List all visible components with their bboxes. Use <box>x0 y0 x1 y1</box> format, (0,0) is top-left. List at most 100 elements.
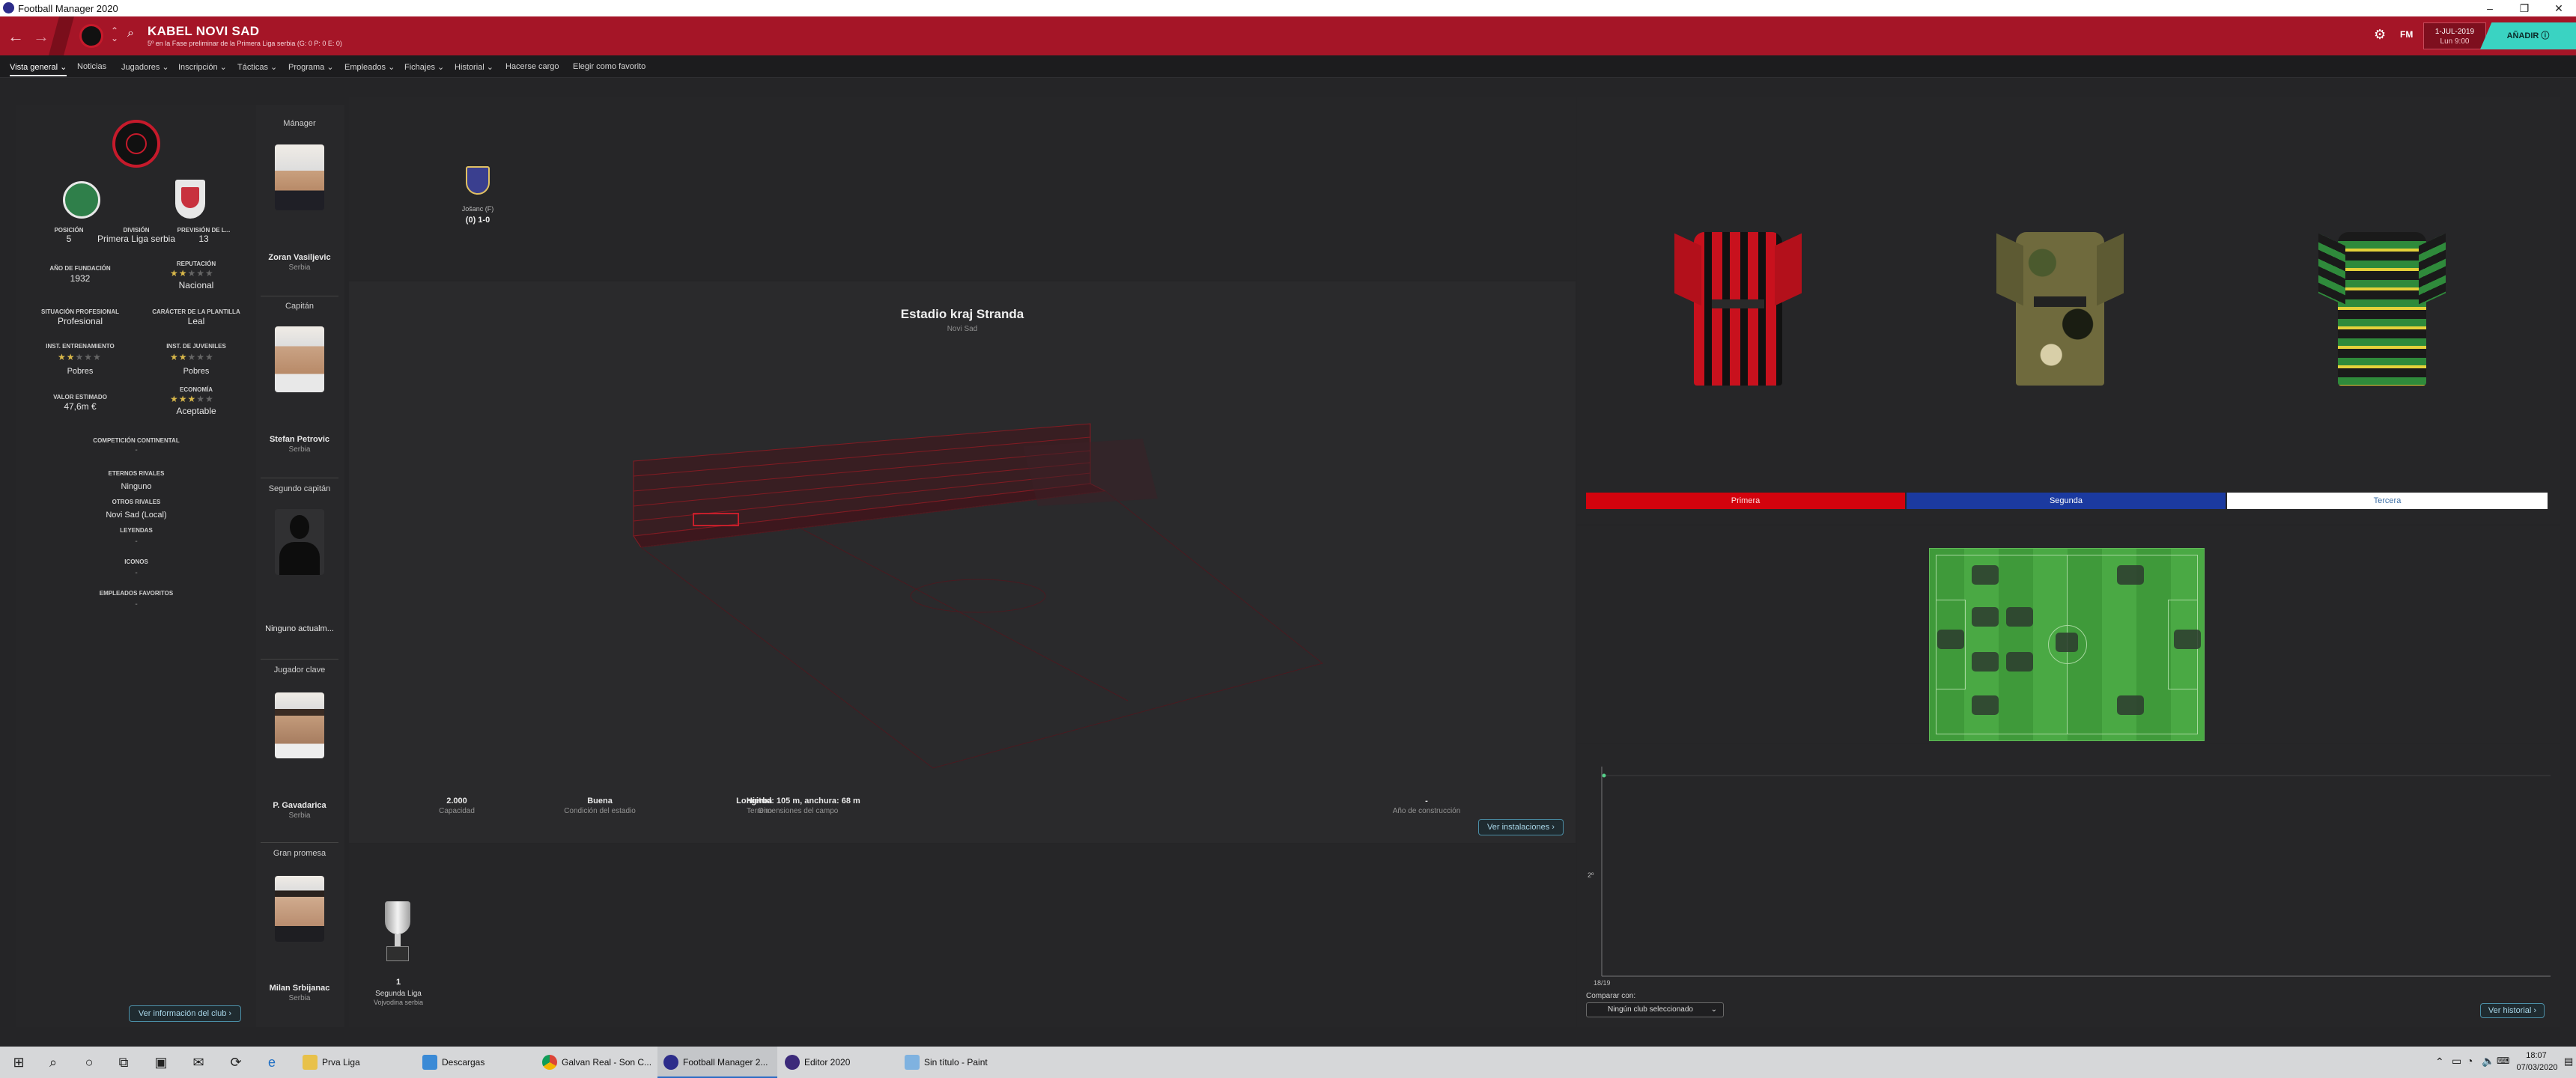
key-player-photo[interactable] <box>275 692 324 758</box>
continue-button[interactable]: AÑADIR ⓘ <box>2480 22 2576 49</box>
formation-pitch[interactable] <box>1929 548 2205 741</box>
trophy-competition[interactable]: Segunda Liga <box>356 990 440 998</box>
tray-chevron-icon[interactable]: ⌃ <box>2435 1056 2444 1068</box>
clock-time[interactable]: 18:07 <box>2510 1051 2563 1060</box>
taskbar-app-chrome[interactable]: Galvan Real - Son C... <box>536 1047 656 1078</box>
formation-player[interactable] <box>1972 607 1999 627</box>
notifications-icon[interactable]: ▤ <box>2564 1056 2573 1068</box>
youth-label: INST. DE JUVENILES <box>166 343 226 350</box>
last-match-team[interactable]: Jošanc (F) <box>454 205 502 213</box>
tab-schedule[interactable]: Programa ⌄ <box>288 62 334 72</box>
taskbar-app-prva-liga[interactable]: Prva Liga <box>297 1047 407 1078</box>
legends-value: - <box>135 538 138 546</box>
formation-player[interactable] <box>1937 630 1964 649</box>
tab-set-favourite[interactable]: Elegir como favorito <box>573 62 645 71</box>
home-kit-body <box>1694 232 1782 386</box>
captain-name[interactable]: Stefan Petrovic <box>255 435 344 444</box>
tab-staff[interactable]: Empleados ⌄ <box>344 62 395 72</box>
forward-arrow-icon[interactable]: → <box>33 27 49 46</box>
settings-icon[interactable]: ⚙ <box>2374 27 2386 43</box>
manager-name[interactable]: Zoran Vasiljevic <box>255 253 344 262</box>
close-icon[interactable]: ✕ <box>2542 0 2576 16</box>
app-icon <box>3 2 14 13</box>
away-kit-image[interactable] <box>1996 232 2124 386</box>
formation-player[interactable] <box>2174 630 2201 649</box>
formation-player[interactable] <box>2056 633 2078 652</box>
other-rivals-value[interactable]: Novi Sad (Local) <box>31 511 241 520</box>
formation-player[interactable] <box>1972 565 1999 585</box>
home-kit-sleeve-right <box>1775 233 1802 306</box>
taskbar-app-downloads[interactable]: Descargas <box>416 1047 527 1078</box>
captain-photo[interactable] <box>275 326 324 392</box>
tab-history[interactable]: Historial ⌄ <box>455 62 493 72</box>
store-icon[interactable]: ▣ <box>153 1054 169 1071</box>
volume-icon[interactable]: 🔈 <box>2482 1055 2494 1068</box>
tab-tactics[interactable]: Tácticas ⌄ <box>237 62 277 72</box>
taskbar-app-label: Football Manager 2... <box>683 1057 768 1068</box>
manager-nationality: Serbia <box>288 264 311 272</box>
stadium-wireframe-image <box>633 423 1324 769</box>
formation-player[interactable] <box>2006 607 2033 627</box>
tab-news[interactable]: Noticias <box>77 62 106 71</box>
back-arrow-icon[interactable]: ← <box>7 27 24 46</box>
kit-tab-home[interactable]: Primera <box>1586 493 1905 509</box>
search-icon[interactable]: ⌕ <box>127 27 134 40</box>
view-history-button[interactable]: Ver historial › <box>2480 1003 2545 1018</box>
formation-player[interactable] <box>1972 695 1999 715</box>
restore-icon[interactable]: ❐ <box>2507 0 2542 16</box>
trophy-icon[interactable] <box>379 901 416 963</box>
tab-take-control[interactable]: Hacerse cargo <box>505 62 559 71</box>
network-icon[interactable]: ▭ <box>2452 1055 2461 1068</box>
tab-registration[interactable]: Inscripción ⌄ <box>178 62 227 72</box>
window-title: Football Manager 2020 <box>18 3 118 14</box>
mail-icon[interactable]: ✉ <box>190 1054 207 1071</box>
tab-players[interactable]: Jugadores ⌄ <box>121 62 169 72</box>
tab-overview[interactable]: Vista general ⌄ <box>10 62 67 76</box>
view-facilities-button[interactable]: Ver instalaciones › <box>1478 819 1564 835</box>
country-crest-icon <box>175 180 205 219</box>
silhouette-head-icon <box>290 515 309 539</box>
opponent-crest-icon[interactable] <box>466 166 490 195</box>
stadium-condition-label: Condición del estadio <box>564 807 636 815</box>
task-view-icon[interactable]: ⧉ <box>115 1054 132 1071</box>
club-crest-icon[interactable] <box>79 24 103 48</box>
prospect-name[interactable]: Milan Srbijanac <box>255 984 344 993</box>
wifi-icon[interactable]: ◔ <box>2467 1055 2473 1067</box>
third-kit-image[interactable] <box>2318 232 2446 386</box>
rivals-label: ETERNOS RIVALES <box>108 470 165 477</box>
kit-tab-away[interactable]: Segunda <box>1907 493 2226 509</box>
compare-dropdown-value: Ningún club seleccionado <box>1608 1005 1693 1014</box>
search-icon[interactable]: ⌕ <box>45 1054 61 1071</box>
formation-player[interactable] <box>2117 695 2144 715</box>
professional-value: Profesional <box>57 316 103 326</box>
formation-player[interactable] <box>2006 652 2033 672</box>
taskbar-app-paint[interactable]: Sin título - Paint <box>899 1047 1018 1078</box>
windows-start-icon[interactable]: ⊞ <box>10 1054 27 1071</box>
fm-menu[interactable]: FM <box>2400 29 2413 40</box>
prospect-photo[interactable] <box>275 876 324 942</box>
kits-panel: Primera Segunda Tercera <box>1577 97 2560 524</box>
tab-transfers[interactable]: Fichajes ⌄ <box>404 62 444 72</box>
formation-player[interactable] <box>1972 652 1999 672</box>
kit-tab-third[interactable]: Tercera <box>2227 493 2548 509</box>
game-date[interactable]: 1-JUL-2019 Lun 9:00 <box>2423 22 2486 49</box>
cortana-icon[interactable]: ○ <box>81 1054 97 1071</box>
minimize-icon[interactable]: – <box>2473 0 2507 16</box>
clock-date[interactable]: 07/03/2020 <box>2507 1063 2567 1072</box>
stadium-capacity-label: Capacidad <box>439 807 475 815</box>
manager-photo[interactable] <box>275 144 324 210</box>
chevron-updown-icon[interactable]: ⌃ ⌄ <box>111 26 118 43</box>
home-kit-image[interactable] <box>1674 232 1802 386</box>
continental-value: - <box>135 446 138 454</box>
formation-player[interactable] <box>2117 565 2144 585</box>
sync-icon[interactable]: ⟳ <box>228 1054 244 1071</box>
squad-character-label: CARÁCTER DE LA PLANTILLA <box>152 308 240 315</box>
chrome-icon <box>542 1055 557 1070</box>
taskbar-app-editor[interactable]: Editor 2020 <box>779 1047 891 1078</box>
window-titlebar: Football Manager 2020 – ❐ ✕ <box>0 0 2576 16</box>
more-club-info-button[interactable]: Ver información del club › <box>129 1005 241 1022</box>
compare-dropdown[interactable]: Ningún club seleccionado ⌄ <box>1586 1002 1724 1017</box>
key-player-name[interactable]: P. Gavadarica <box>255 801 344 810</box>
edge-icon[interactable]: e <box>264 1054 280 1071</box>
taskbar-app-football-manager[interactable]: Football Manager 2... <box>657 1047 777 1078</box>
